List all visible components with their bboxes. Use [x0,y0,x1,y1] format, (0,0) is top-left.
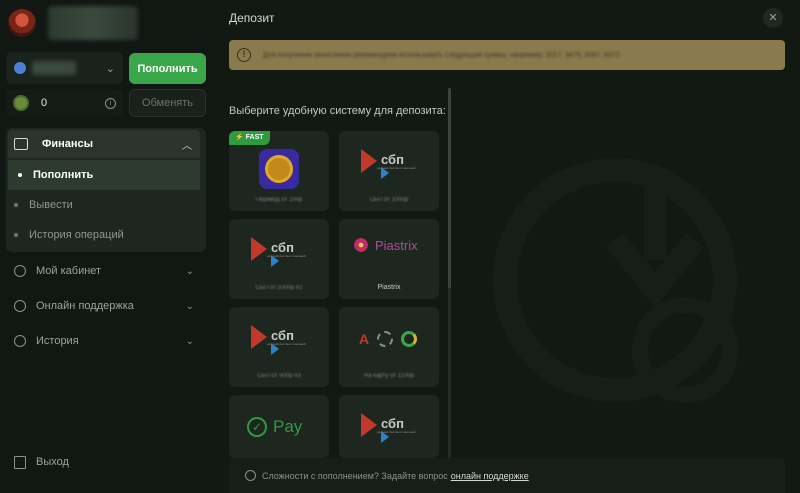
card-caption: На карту от 1100р [364,373,414,379]
nav-item-cabinet[interactable]: Мой кабинет ⌄ [14,261,194,281]
chevron-down-icon: ⌄ [185,300,194,312]
card-caption: Перевод от 100р [255,197,303,203]
piastrix-logo-icon: Piastrix [353,237,418,253]
sbp-word: сбп [271,327,294,343]
scrollbar[interactable] [448,88,451,460]
sbp-logo-icon: сбп система быстрых платежей [361,149,415,179]
card-caption: СБП от 2000р #2 [255,285,303,291]
alfa-bank-icon: А [359,331,370,347]
finance-item-label: История операций [29,229,124,241]
modal-title: Депозит [229,11,275,25]
exchange-button[interactable]: Обменять [129,89,206,117]
payment-card-sbp-2[interactable]: сбп система быстрых платежей СБП от 2000р… [229,219,329,299]
bank-emblem-icon [377,331,394,347]
sbp-word: сбп [271,239,294,255]
close-icon[interactable]: ✕ [763,8,783,28]
notice-banner: ! Для получения зачисления рекомендуем и… [229,40,785,70]
username-hidden [48,6,138,40]
payment-card-sbp[interactable]: сбп система быстрых платежей СБП от 1000р [339,131,439,211]
topup-button[interactable]: Пополнить [129,53,206,84]
bullet-icon [18,173,22,177]
finance-item-label: Вывести [29,199,73,211]
chevron-up-icon: ︿ [182,140,192,152]
finance-item-label: Пополнить [33,169,94,181]
deposit-modal: Депозит ✕ ! Для получения зачисления рек… [215,0,800,493]
nav-label: История [36,335,79,347]
support-link[interactable]: онлайн поддержке [451,471,529,481]
notice-text: Для получения зачисления рекомендуем исп… [263,51,620,59]
finance-menu: Финансы ︿ Пополнить Вывести История опер… [6,128,206,252]
payment-card-sbp-3[interactable]: сбп система быстрых платежей СБП от 500р … [229,307,329,387]
pay-logo-icon: ✓ Pay [247,417,302,437]
nav-label: Онлайн поддержка [36,300,134,312]
download-watermark-icon [493,158,738,403]
profile[interactable] [8,6,138,40]
balance-hidden [32,61,76,75]
chevron-down-icon: ⌄ [185,265,194,277]
finance-header[interactable]: Финансы ︿ [8,130,200,158]
sidebar: ⌄ Пополнить 0 i Обменять Финансы ︿ Попол… [0,0,215,493]
chevron-down-icon: ⌄ [105,62,115,75]
finance-item-topup[interactable]: Пополнить [8,160,200,190]
payment-card-bank[interactable]: А На карту от 1100р [339,307,439,387]
sbp-word: сбп [381,415,404,431]
payment-card-sbp-4[interactable]: сбп система быстрых платежей [339,395,439,458]
payment-card-transfer[interactable]: ⚡ FAST Перевод от 100р [229,131,329,211]
sber-icon [401,331,418,347]
card-caption: СБП от 1000р [369,197,409,203]
flower-icon [353,237,369,253]
nav-label: Мой кабинет [36,265,102,277]
wallet-select[interactable]: ⌄ [6,52,123,84]
info-icon[interactable]: i [105,97,116,109]
logout-button[interactable]: Выход [14,454,69,470]
card-caption: Piastrix [377,284,401,291]
bank-logos: А [359,331,418,347]
chevron-down-icon: ⌄ [185,335,194,347]
bullet-icon [14,203,18,207]
currency-icon [14,62,26,74]
wallet-icon [14,138,28,150]
scrollbar-thumb[interactable] [448,88,451,288]
payment-card-piastrix[interactable]: Piastrix Piastrix [339,219,439,299]
fast-badge: ⚡ FAST [229,131,270,145]
payment-card-pay[interactable]: ✓ Pay [229,395,329,458]
sbp-word: сбп [381,151,404,167]
finance-label: Финансы [42,138,94,150]
choose-label: Выберите удобную систему для депозита: [229,105,446,117]
logout-label: Выход [36,456,69,468]
headset-icon [14,300,26,312]
help-text: Сложности с пополнением? Задайте вопрос [262,470,448,481]
finance-item-history[interactable]: История операций [14,224,124,246]
help-footer: Сложности с пополнением? Задайте вопрос … [229,458,785,493]
coins-icon [259,149,299,189]
fast-label: FAST [245,134,264,141]
logout-icon [14,455,26,469]
check-icon: ✓ [247,417,267,437]
warning-icon: ! [237,48,251,62]
finance-item-withdraw[interactable]: Вывести [14,194,73,216]
bullet-icon [14,233,18,237]
history-icon [14,335,26,347]
gear-icon [14,265,26,277]
bonus-value: 0 [41,97,48,109]
nav-item-support[interactable]: Онлайн поддержка ⌄ [14,296,194,316]
pay-logo-text: Pay [273,417,303,436]
piastrix-logo-text: Piastrix [375,237,418,253]
sbp-logo-icon: сбп система быстрых платежей [361,413,415,443]
headset-icon [245,470,256,481]
sbp-logo-icon: сбп система быстрых платежей [251,325,305,355]
sbp-logo-icon: сбп система быстрых платежей [251,237,305,267]
nav-item-history[interactable]: История ⌄ [14,331,194,351]
bonus-balance: 0 i [6,89,123,117]
avatar[interactable] [8,9,36,37]
card-caption: СБП от 500р #3 [257,373,301,379]
coin-icon [13,95,29,111]
